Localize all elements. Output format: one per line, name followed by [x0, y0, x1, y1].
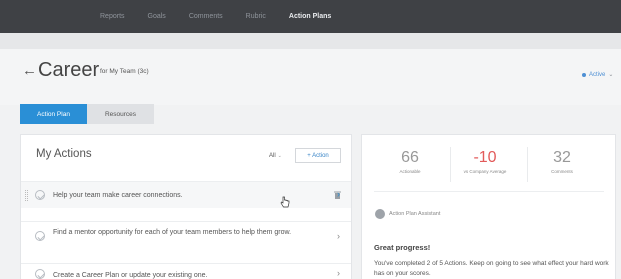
add-action-button[interactable]: + Action — [295, 148, 341, 163]
actions-filter-dropdown[interactable]: All ⌄ — [269, 153, 282, 159]
stat-company-average: -10 vs Company Average — [445, 149, 525, 174]
action-row[interactable]: Create a Career Plan or update your exis… — [21, 263, 351, 279]
stat-value: 32 — [553, 149, 571, 166]
progress-text: You've completed 2 of 5 Actions. Keep on… — [374, 260, 609, 277]
chevron-right-icon[interactable]: › — [337, 231, 340, 241]
divider — [374, 191, 604, 192]
top-navigation-bar: Reports Goals Comments Rubric Action Pla… — [0, 0, 621, 33]
progress-title: Great progress! — [374, 243, 431, 252]
action-row[interactable]: Find a mentor opportunity for each of yo… — [21, 221, 351, 255]
stat-label: vs Company Average — [463, 169, 507, 174]
chevron-down-icon: ⌄ — [277, 153, 282, 159]
sub-header-strip — [0, 33, 621, 49]
checkbox-icon[interactable] — [35, 190, 45, 200]
chevron-right-icon[interactable]: › — [337, 268, 340, 278]
stat-value: 66 — [401, 149, 419, 166]
action-text: Find a mentor opportunity for each of yo… — [53, 229, 292, 236]
stat-actionable: 66 Actionable — [370, 149, 450, 174]
stat-label: Actionable — [399, 169, 421, 174]
checkbox-icon[interactable] — [35, 231, 45, 241]
page-subtitle: for My Team (3c) — [100, 68, 149, 75]
nav-links: Reports Goals Comments Rubric Action Pla… — [100, 0, 354, 33]
action-text: Help your team make career connections. — [53, 192, 183, 199]
tab-bar: Action Plan Resources — [20, 104, 154, 124]
drag-handle-icon[interactable] — [25, 190, 28, 201]
status-dot-icon — [582, 72, 586, 77]
assistant-icon — [375, 209, 385, 219]
stat-comments: 32 Comments — [522, 149, 602, 174]
stat-label: Comments — [551, 169, 573, 174]
checkbox-icon[interactable] — [35, 269, 45, 279]
nav-item-comments[interactable]: Comments — [189, 13, 223, 20]
chevron-down-icon: ⌄ — [608, 72, 614, 78]
action-text: Create a Career Plan or update your exis… — [53, 272, 208, 279]
tab-resources[interactable]: Resources — [87, 104, 154, 124]
nav-item-goals[interactable]: Goals — [148, 13, 166, 20]
stat-value: -10 — [473, 149, 497, 166]
back-arrow-icon[interactable]: ← — [22, 63, 37, 79]
actions-heading: My Actions — [36, 148, 92, 160]
action-row[interactable]: Help your team make career connections. … — [21, 181, 351, 208]
page-title: Career — [38, 59, 100, 81]
status-label: Active — [589, 71, 606, 78]
nav-item-rubric[interactable]: Rubric — [246, 13, 266, 20]
filter-label: All — [269, 153, 276, 159]
assistant-text: Action Plan Assistant — [389, 211, 441, 217]
hand-cursor-icon — [280, 196, 290, 208]
nav-item-reports[interactable]: Reports — [100, 13, 125, 20]
tab-action-plan[interactable]: Action Plan — [20, 104, 87, 124]
nav-item-action-plans[interactable]: Action Plans — [289, 13, 331, 20]
status-dropdown[interactable]: Active ⌄ — [582, 71, 613, 78]
chevron-right-icon[interactable]: › — [337, 189, 340, 199]
